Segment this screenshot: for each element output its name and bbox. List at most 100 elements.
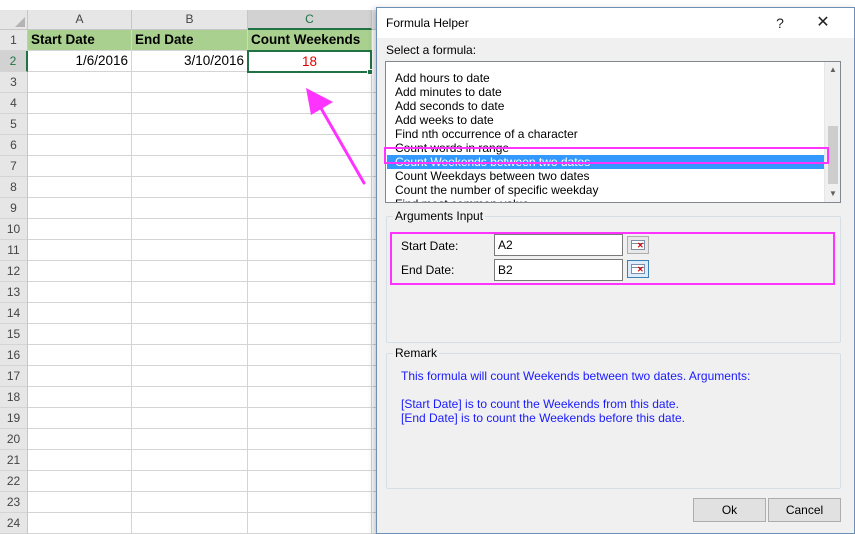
dialog-titlebar[interactable]: Formula Helper ? ✕ [377, 8, 854, 38]
row-header-17[interactable]: 17 [0, 366, 28, 387]
empty-cell[interactable] [132, 429, 248, 450]
empty-cell[interactable] [248, 156, 372, 177]
cell-a2[interactable]: 1/6/2016 [28, 51, 132, 72]
empty-cell[interactable] [248, 240, 372, 261]
empty-cell[interactable] [28, 240, 132, 261]
row-header-2[interactable]: 2 [0, 51, 28, 72]
empty-cell[interactable] [248, 345, 372, 366]
cell-c2[interactable]: 18 [247, 50, 372, 73]
empty-cell[interactable] [132, 93, 248, 114]
empty-cell[interactable] [28, 387, 132, 408]
empty-cell[interactable] [248, 513, 372, 534]
formula-list-item[interactable]: Find most common value [387, 197, 825, 202]
empty-cell[interactable] [248, 219, 372, 240]
fill-handle[interactable] [367, 69, 373, 75]
empty-cell[interactable] [248, 135, 372, 156]
row-header-22[interactable]: 22 [0, 471, 28, 492]
cell-c1[interactable]: Count Weekends [248, 30, 372, 51]
row-header-20[interactable]: 20 [0, 429, 28, 450]
empty-cell[interactable] [28, 450, 132, 471]
formula-list-item[interactable]: Add minutes to date [387, 85, 825, 99]
empty-cell[interactable] [28, 513, 132, 534]
row-header-1[interactable]: 1 [0, 30, 28, 51]
formula-list-item[interactable]: Count Weekdays between two dates [387, 169, 825, 183]
scrollbar-thumb[interactable] [828, 126, 838, 184]
row-header-18[interactable]: 18 [0, 387, 28, 408]
ok-button[interactable]: Ok [693, 498, 766, 522]
empty-cell[interactable] [248, 450, 372, 471]
empty-cell[interactable] [28, 282, 132, 303]
scroll-up-arrow-icon[interactable]: ▲ [825, 62, 840, 78]
formula-list-item[interactable]: Add hours to date [387, 71, 825, 85]
formula-listbox[interactable]: Add hours to date Add minutes to date Add … [385, 61, 841, 203]
empty-cell[interactable] [132, 219, 248, 240]
empty-cell[interactable] [248, 429, 372, 450]
empty-cell[interactable] [28, 261, 132, 282]
empty-cell[interactable] [132, 450, 248, 471]
empty-cell[interactable] [248, 471, 372, 492]
empty-cell[interactable] [28, 303, 132, 324]
row-header-19[interactable]: 19 [0, 408, 28, 429]
empty-cell[interactable] [28, 429, 132, 450]
empty-cell[interactable] [28, 366, 132, 387]
empty-cell[interactable] [248, 261, 372, 282]
empty-cell[interactable] [28, 114, 132, 135]
empty-cell[interactable] [28, 471, 132, 492]
empty-cell[interactable] [248, 72, 372, 93]
empty-cell[interactable] [28, 177, 132, 198]
empty-cell[interactable] [28, 219, 132, 240]
empty-cell[interactable] [132, 114, 248, 135]
empty-cell[interactable] [28, 135, 132, 156]
row-header-3[interactable]: 3 [0, 72, 28, 93]
empty-cell[interactable] [132, 198, 248, 219]
empty-cell[interactable] [248, 198, 372, 219]
empty-cell[interactable] [28, 72, 132, 93]
row-header-8[interactable]: 8 [0, 177, 28, 198]
column-header-a[interactable]: A [28, 10, 132, 30]
empty-cell[interactable] [248, 114, 372, 135]
formula-list-item[interactable]: Add weeks to date [387, 113, 825, 127]
empty-cell[interactable] [248, 387, 372, 408]
empty-cell[interactable] [28, 345, 132, 366]
row-header-5[interactable]: 5 [0, 114, 28, 135]
row-header-24[interactable]: 24 [0, 513, 28, 534]
row-header-21[interactable]: 21 [0, 450, 28, 471]
empty-cell[interactable] [132, 408, 248, 429]
empty-cell[interactable] [28, 324, 132, 345]
row-header-7[interactable]: 7 [0, 156, 28, 177]
empty-cell[interactable] [132, 177, 248, 198]
column-header-c[interactable]: C [248, 10, 372, 30]
empty-cell[interactable] [132, 345, 248, 366]
empty-cell[interactable] [248, 366, 372, 387]
empty-cell[interactable] [28, 198, 132, 219]
row-header-9[interactable]: 9 [0, 198, 28, 219]
empty-cell[interactable] [132, 471, 248, 492]
row-header-14[interactable]: 14 [0, 303, 28, 324]
row-header-13[interactable]: 13 [0, 282, 28, 303]
empty-cell[interactable] [248, 177, 372, 198]
row-header-23[interactable]: 23 [0, 492, 28, 513]
row-header-16[interactable]: 16 [0, 345, 28, 366]
row-header-4[interactable]: 4 [0, 93, 28, 114]
scroll-down-arrow-icon[interactable]: ▼ [825, 186, 840, 202]
empty-cell[interactable] [248, 408, 372, 429]
listbox-scrollbar[interactable]: ▲ ▼ [824, 62, 840, 202]
empty-cell[interactable] [132, 513, 248, 534]
empty-cell[interactable] [132, 366, 248, 387]
row-header-10[interactable]: 10 [0, 219, 28, 240]
cell-b1[interactable]: End Date [132, 30, 248, 51]
formula-list-item[interactable]: Count the number of specific weekday [387, 183, 825, 197]
formula-list-item[interactable]: Add seconds to date [387, 99, 825, 113]
close-icon[interactable]: ✕ [809, 12, 837, 34]
empty-cell[interactable] [132, 240, 248, 261]
empty-cell[interactable] [248, 303, 372, 324]
empty-cell[interactable] [248, 282, 372, 303]
empty-cell[interactable] [132, 324, 248, 345]
empty-cell[interactable] [132, 492, 248, 513]
empty-cell[interactable] [132, 261, 248, 282]
row-header-11[interactable]: 11 [0, 240, 28, 261]
empty-cell[interactable] [248, 492, 372, 513]
formula-list-item[interactable]: Find nth occurrence of a character [387, 127, 825, 141]
empty-cell[interactable] [132, 72, 248, 93]
cancel-button[interactable]: Cancel [768, 498, 841, 522]
